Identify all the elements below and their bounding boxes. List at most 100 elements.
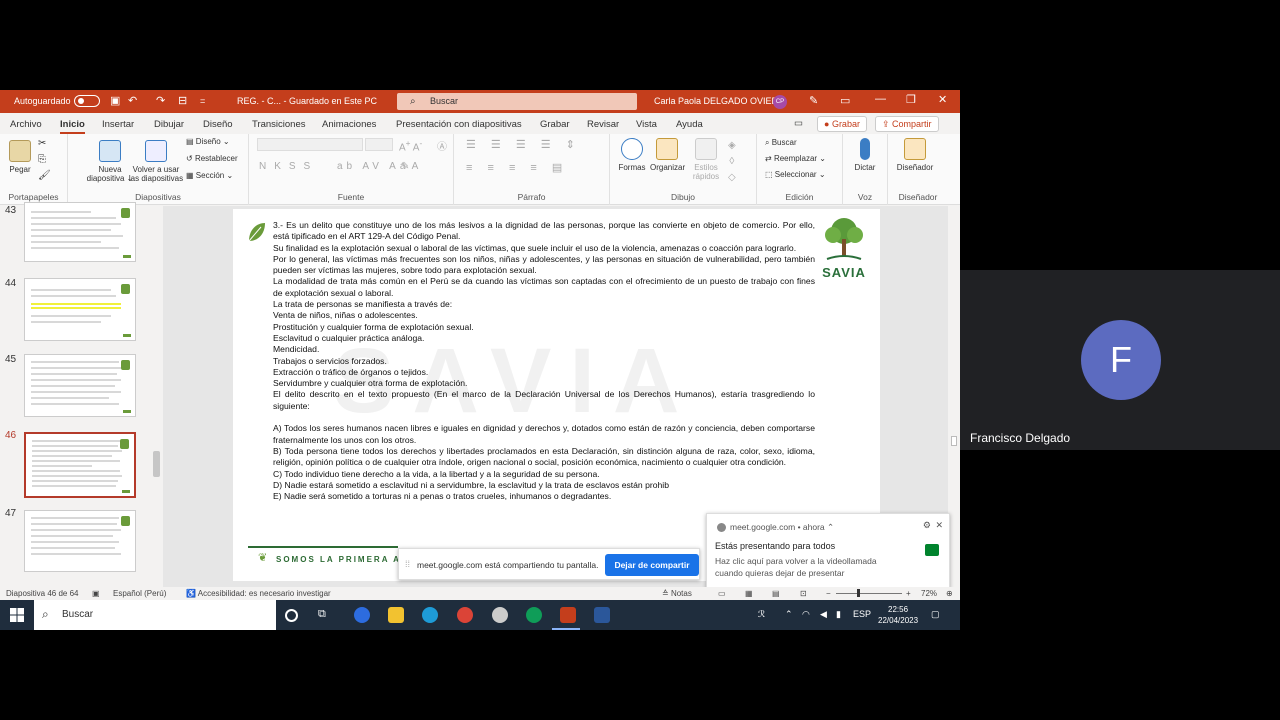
pen-icon[interactable]: ✎ [809, 94, 818, 107]
slide-thumbnail-45[interactable] [24, 354, 136, 417]
shape-fill-icons[interactable]: ◈ ◊ ◇ [728, 138, 736, 186]
stop-sharing-button[interactable]: Dejar de compartir [605, 554, 699, 576]
clear-format-icon[interactable]: Ⓐ [437, 138, 447, 153]
tab-animaciones[interactable]: Animaciones [322, 119, 376, 130]
participant-tile[interactable]: F Francisco Delgado [960, 270, 1280, 450]
pen-ink-icon[interactable]: ℛ [758, 609, 765, 620]
search-box[interactable]: ⌕ Buscar [397, 93, 637, 110]
redo-icon[interactable]: ↷ [156, 94, 165, 107]
volume-icon[interactable]: ◀ [820, 609, 827, 620]
undo-icon[interactable]: ↶ [128, 94, 137, 107]
document-title[interactable]: REG. - C... - Guardado en Este PC [237, 96, 377, 106]
drag-handle-icon[interactable]: ⁞⁞ [405, 559, 410, 569]
select-button[interactable]: ⬚ Seleccionar ⌄ [765, 170, 826, 179]
customize-icon[interactable]: = [200, 96, 205, 106]
tab-presentacion[interactable]: Presentación con diapositivas [396, 119, 522, 130]
chrome-profile-icon[interactable] [526, 607, 542, 623]
notification-center-icon[interactable]: ▢ [931, 609, 940, 620]
tab-revisar[interactable]: Revisar [587, 119, 619, 130]
format-painter-icon[interactable]: 🖌 [38, 170, 51, 181]
tab-inicio[interactable]: Inicio [60, 119, 85, 134]
cut-icon[interactable]: ✂ [38, 138, 46, 149]
zoom-app-icon[interactable] [354, 607, 370, 623]
cortana-icon[interactable] [285, 609, 298, 622]
windows-start-icon[interactable] [10, 608, 24, 622]
task-view-icon[interactable]: ⧉ [318, 608, 334, 624]
chrome-icon[interactable] [457, 607, 473, 623]
comment-icon[interactable]: ▭ [794, 118, 803, 129]
section-button[interactable]: ▦ Sección ⌄ [186, 171, 233, 180]
layout-button[interactable]: ▤ Diseño ⌄ [186, 137, 230, 146]
zoom-level[interactable]: 72% [921, 589, 937, 598]
tab-archivo[interactable]: Archivo [10, 119, 42, 130]
font-size-dropdown[interactable] [365, 138, 393, 151]
paste-button[interactable]: Pegar [8, 140, 32, 174]
scrollbar-thumb[interactable] [153, 451, 160, 477]
taskbar-search[interactable]: ⌕ Buscar [34, 600, 276, 630]
grabar-button[interactable]: ● Grabar [817, 116, 867, 132]
reading-view-icon[interactable]: ▤ [772, 589, 780, 598]
ribbon-display-icon[interactable]: ▭ [840, 94, 850, 107]
tab-transiciones[interactable]: Transiciones [252, 119, 306, 130]
arrange-button[interactable]: Organizar [650, 138, 685, 172]
autosave-toggle[interactable] [74, 95, 100, 107]
scrollbar-thumb[interactable] [951, 436, 957, 446]
input-language[interactable]: ESP [853, 609, 871, 619]
slide-thumbnail-44[interactable] [24, 278, 136, 341]
slide-thumbnail-47[interactable] [24, 510, 136, 572]
copy-icon[interactable]: ⎘ [38, 154, 46, 165]
align-icons[interactable]: ≡ ≡ ≡ ≡ ▤ [466, 161, 568, 174]
zoom-slider-thumb[interactable] [857, 589, 860, 597]
save-icon[interactable]: ▣ [110, 94, 120, 107]
app-icon[interactable] [492, 607, 508, 623]
fit-to-window-icon[interactable]: ⊕ [946, 589, 953, 598]
tab-vista[interactable]: Vista [636, 119, 657, 130]
meet-notification[interactable]: meet.google.com • ahora ⌃ ⚙ ✕ Estás pres… [706, 513, 950, 589]
accessibility-status[interactable]: ♿ Accesibilidad: es necesario investigar [186, 589, 331, 598]
tray-chevron-icon[interactable]: ⌃ [785, 609, 793, 620]
quick-styles-button[interactable]: Estilos rápidos [690, 138, 722, 181]
normal-view-icon[interactable]: ▭ [718, 589, 726, 598]
file-explorer-icon[interactable] [388, 607, 404, 623]
close-icon[interactable]: ✕ [938, 93, 947, 106]
tab-ayuda[interactable]: Ayuda [676, 119, 703, 130]
tab-insertar[interactable]: Insertar [102, 119, 134, 130]
zoom-in-icon[interactable]: + [906, 589, 911, 598]
dictate-button[interactable]: Dictar [851, 138, 879, 172]
thumbnail-scrollbar[interactable] [151, 206, 162, 587]
grow-font-icon[interactable]: A+ A- [399, 138, 422, 153]
settings-icon[interactable]: ⚙ [923, 520, 931, 531]
word-icon[interactable] [594, 607, 610, 623]
slide-text-box[interactable]: 3.- Es un delito que constituye uno de l… [273, 220, 815, 502]
replace-button[interactable]: ⇄ Reemplazar ⌄ [765, 154, 826, 163]
language-status[interactable]: Español (Perú) [113, 589, 166, 598]
char-spacing-icons[interactable]: ab AV Aa [337, 161, 409, 172]
user-name[interactable]: Carla Paola DELGADO OVIEDO [654, 96, 785, 106]
tab-grabar[interactable]: Grabar [540, 119, 570, 130]
maximize-icon[interactable]: ❐ [906, 93, 916, 106]
powerpoint-icon[interactable] [560, 607, 576, 623]
list-icons[interactable]: ☰ ☰ ☰ ☰ ⇕ [466, 138, 581, 151]
sorter-view-icon[interactable]: ▦ [745, 589, 753, 598]
spellcheck-icon[interactable]: ▣ [92, 589, 100, 598]
present-icon[interactable]: ⊟ [178, 94, 187, 107]
shapes-button[interactable]: Formas [618, 138, 646, 172]
zoom-slider[interactable] [836, 593, 902, 594]
share-button[interactable]: ⇪ Compartir [875, 116, 939, 132]
find-button[interactable]: ⌕ Buscar [765, 138, 797, 148]
highlight-icon[interactable]: ✎ A [401, 161, 418, 172]
designer-button[interactable]: Diseñador [892, 138, 938, 172]
zoom-out-icon[interactable]: − [826, 589, 831, 598]
user-avatar[interactable]: CP [773, 95, 787, 109]
reuse-slides-button[interactable]: Volver a usar las diapositivas [128, 140, 184, 183]
font-style-icons[interactable]: NKSS [259, 161, 318, 172]
tab-dibujar[interactable]: Dibujar [154, 119, 184, 130]
close-icon[interactable]: ✕ [935, 520, 943, 531]
clock[interactable]: 22:56 22/04/2023 [878, 604, 918, 626]
slide-thumbnail-46[interactable] [24, 432, 136, 498]
slideshow-view-icon[interactable]: ⊡ [800, 589, 807, 598]
notes-button[interactable]: ≙ Notas [662, 589, 692, 598]
font-name-dropdown[interactable] [257, 138, 363, 151]
network-icon[interactable]: ◠ [802, 609, 810, 620]
tab-diseno[interactable]: Diseño [203, 119, 233, 130]
